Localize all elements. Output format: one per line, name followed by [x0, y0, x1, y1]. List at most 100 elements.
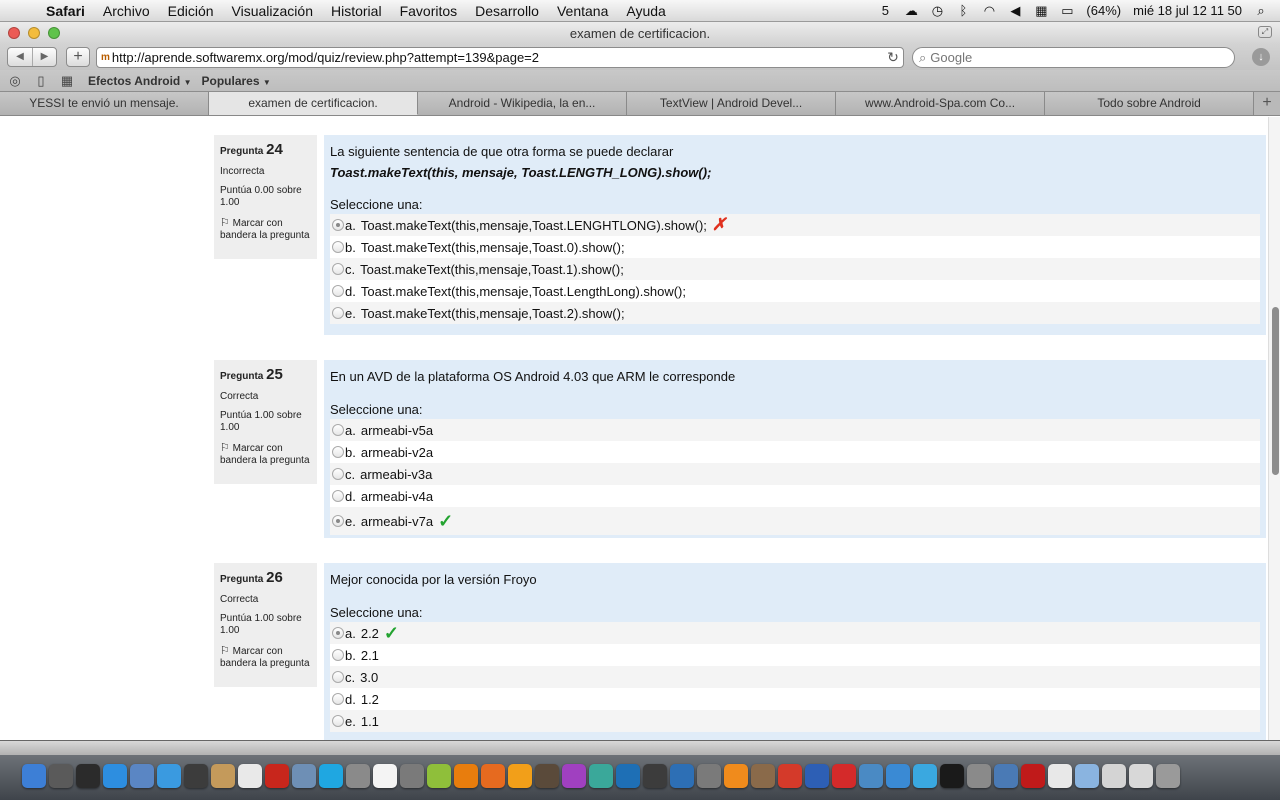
flash-icon[interactable]	[1021, 764, 1045, 788]
launchpad-icon[interactable]	[49, 764, 73, 788]
package-icon[interactable]	[292, 764, 316, 788]
answer-option-a[interactable]: a. 2.2 ✓	[330, 622, 1260, 644]
new-tab-button[interactable]: +	[1254, 92, 1280, 115]
star-icon[interactable]	[832, 764, 856, 788]
cloud-icon[interactable]: ☁	[904, 3, 918, 19]
tab-todo-android[interactable]: Todo sobre Android	[1045, 92, 1255, 115]
vlc-icon[interactable]	[724, 764, 748, 788]
search-field[interactable]: ⌕	[912, 47, 1235, 68]
zoom-window-button[interactable]	[48, 27, 60, 39]
radio-button[interactable]	[332, 468, 344, 480]
menu-archivo[interactable]: Archivo	[94, 3, 159, 19]
chart-icon[interactable]	[859, 764, 883, 788]
downloads-button-icon[interactable]: ↓	[1252, 48, 1270, 66]
mail-icon[interactable]	[1102, 764, 1126, 788]
gimp-icon[interactable]	[751, 764, 775, 788]
flag-question-link[interactable]: ⚐ Marcar con bandera la pregunta	[220, 217, 311, 242]
skype-icon[interactable]	[319, 764, 343, 788]
document-icon[interactable]	[373, 764, 397, 788]
reading-list-icon[interactable]: ◎	[4, 73, 26, 89]
preview-icon[interactable]	[130, 764, 154, 788]
radio-button[interactable]	[332, 671, 344, 683]
radio-button[interactable]	[332, 285, 344, 297]
radio-button[interactable]	[332, 490, 344, 502]
top-sites-icon[interactable]: ▦	[56, 73, 78, 89]
answer-option-b[interactable]: b. 2.1	[330, 644, 1260, 666]
battery-icon[interactable]: ▭	[1060, 3, 1074, 19]
scrollbar-thumb[interactable]	[1272, 307, 1279, 475]
answer-option-d[interactable]: d. Toast.makeText(this,mensaje,Toast.Leng…	[330, 280, 1260, 302]
globe-icon[interactable]	[805, 764, 829, 788]
radio-button[interactable]	[332, 424, 344, 436]
time-machine-icon[interactable]: ◷	[930, 3, 944, 19]
firefox-icon[interactable]	[481, 764, 505, 788]
illustrator-icon[interactable]	[508, 764, 532, 788]
twitter-icon[interactable]	[913, 764, 937, 788]
virtualbox-icon[interactable]	[670, 764, 694, 788]
calendar-status-icon[interactable]: ▦	[1034, 3, 1048, 19]
flag-question-link[interactable]: ⚐ Marcar con bandera la pregunta	[220, 645, 311, 670]
radio-button[interactable]	[332, 649, 344, 661]
answer-option-a[interactable]: a. Toast.makeText(this,mensaje,Toast.LENG…	[330, 214, 1260, 236]
menu-historial[interactable]: Historial	[322, 3, 391, 19]
flag-question-link[interactable]: ⚐ Marcar con bandera la pregunta	[220, 442, 311, 467]
radio-button[interactable]	[332, 219, 344, 231]
gear-icon[interactable]	[589, 764, 613, 788]
sphere-icon[interactable]	[562, 764, 586, 788]
file-icon[interactable]	[1048, 764, 1072, 788]
url-text[interactable]: http://aprende.softwaremx.org/mod/quiz/r…	[112, 50, 883, 65]
utility-icon[interactable]	[346, 764, 370, 788]
menu-favoritos[interactable]: Favoritos	[391, 3, 467, 19]
pen-icon[interactable]	[994, 764, 1018, 788]
blender-icon[interactable]	[454, 764, 478, 788]
terminal-icon[interactable]	[940, 764, 964, 788]
radio-button[interactable]	[332, 693, 344, 705]
back-button[interactable]: ◀	[8, 48, 32, 66]
tab-android-spa[interactable]: www.Android-Spa.com Co...	[836, 92, 1046, 115]
add-bookmark-button[interactable]: +	[66, 47, 90, 67]
tab-yessi[interactable]: YESSI te envió un mensaje.	[0, 92, 210, 115]
answer-option-e[interactable]: e. 1.1	[330, 710, 1260, 732]
menu-visualizacion[interactable]: Visualización	[223, 3, 322, 19]
vertical-scrollbar[interactable]	[1268, 117, 1280, 740]
filezilla-icon[interactable]	[265, 764, 289, 788]
bookmark-folder-efectos[interactable]: Efectos Android ▼	[88, 74, 192, 88]
answer-option-c[interactable]: c. armeabi-v3a	[330, 463, 1260, 485]
tab-examen[interactable]: examen de certificacion.	[209, 92, 419, 115]
calendar-icon[interactable]	[238, 764, 262, 788]
volume-icon[interactable]: ◀	[1008, 3, 1022, 19]
app-store-icon[interactable]	[103, 764, 127, 788]
radio-button[interactable]	[332, 715, 344, 727]
answer-option-e[interactable]: e. armeabi-v7a ✓	[330, 507, 1260, 535]
notes-icon[interactable]	[211, 764, 235, 788]
answer-option-d[interactable]: d. armeabi-v4a	[330, 485, 1260, 507]
photo-icon[interactable]	[400, 764, 424, 788]
search-input[interactable]	[930, 50, 1211, 65]
angry-birds-icon[interactable]	[778, 764, 802, 788]
answer-option-c[interactable]: c. Toast.makeText(this,mensaje,Toast.1).s…	[330, 258, 1260, 280]
radio-button[interactable]	[332, 307, 344, 319]
safari-icon[interactable]	[157, 764, 181, 788]
itunes-icon[interactable]	[886, 764, 910, 788]
wifi-icon[interactable]: ◠	[982, 3, 996, 19]
fullscreen-icon[interactable]: ⤢	[1258, 26, 1272, 38]
menu-app[interactable]: Safari	[44, 3, 94, 19]
close-window-button[interactable]	[8, 27, 20, 39]
menu-edicion[interactable]: Edición	[159, 3, 223, 19]
menu-desarrollo[interactable]: Desarrollo	[466, 3, 548, 19]
forward-button[interactable]: ▶	[32, 48, 56, 66]
bookmarks-icon[interactable]: ▯	[30, 73, 52, 89]
photoshop-icon[interactable]	[616, 764, 640, 788]
clock[interactable]: mié 18 jul 12 11 50	[1133, 3, 1242, 18]
radio-button[interactable]	[332, 627, 344, 639]
tab-textview[interactable]: TextView | Android Devel...	[627, 92, 837, 115]
bluetooth-icon[interactable]: ᛒ	[956, 3, 970, 18]
settings-icon[interactable]	[967, 764, 991, 788]
dashboard-icon[interactable]	[76, 764, 100, 788]
minimize-window-button[interactable]	[28, 27, 40, 39]
downloads-icon[interactable]	[1129, 764, 1153, 788]
radio-button[interactable]	[332, 263, 344, 275]
finder-icon[interactable]	[22, 764, 46, 788]
trash-icon[interactable]	[1156, 764, 1180, 788]
reload-icon[interactable]: ↻	[883, 49, 903, 66]
